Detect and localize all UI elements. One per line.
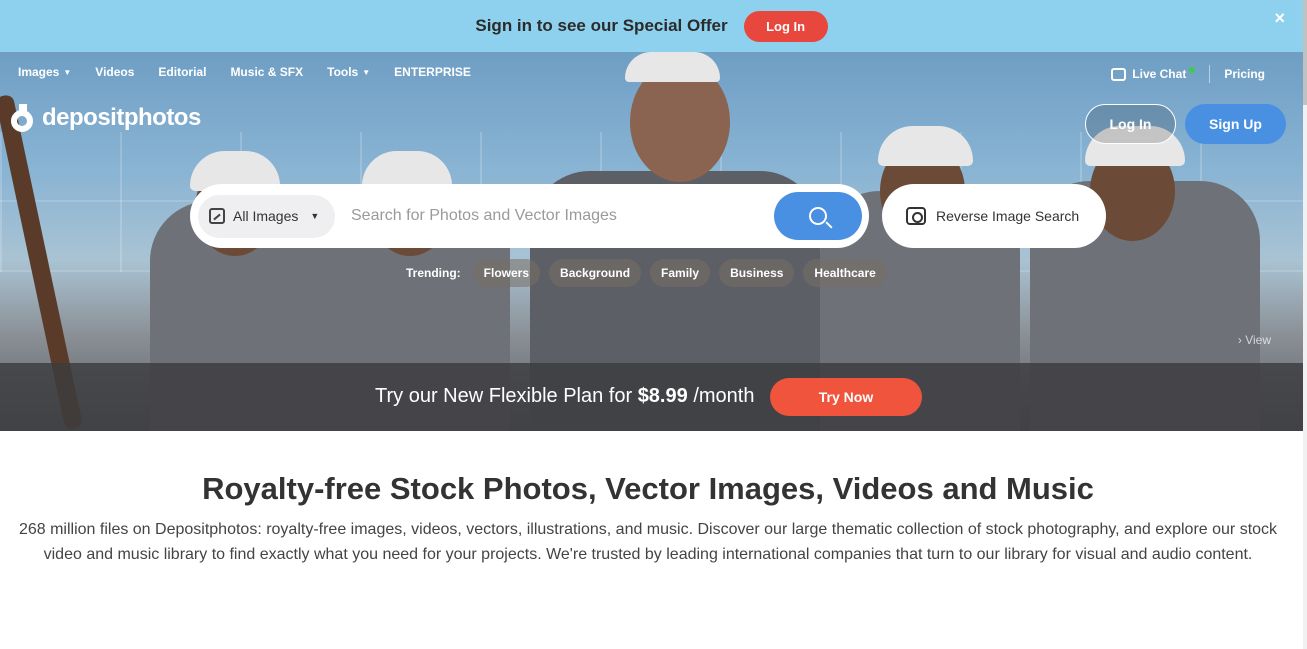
caret-down-icon: ▼ — [362, 67, 371, 77]
image-type-icon — [209, 208, 225, 224]
main-nav: Images ▼ Videos Editorial Music & SFX To… — [18, 65, 495, 79]
nav-item-label: Editorial — [158, 65, 207, 79]
nav-item-label: Images — [18, 65, 60, 79]
nav-item-enterprise[interactable]: ENTERPRISE — [394, 65, 471, 79]
content-type-label: All Images — [233, 208, 299, 224]
logo-icon — [11, 104, 37, 132]
chat-icon — [1111, 67, 1127, 81]
trending-chip-flowers[interactable]: Flowers — [472, 259, 541, 287]
nav-item-editorial[interactable]: Editorial — [158, 65, 206, 79]
caret-down-icon: ▼ — [310, 211, 320, 221]
trending-tags: Trending: Flowers Background Family Busi… — [406, 259, 896, 287]
page-headline: Royalty-free Stock Photos, Vector Images… — [202, 471, 1094, 506]
view-image-link[interactable]: › View — [1238, 333, 1271, 347]
hero: Images ▼ Videos Editorial Music & SFX To… — [0, 52, 1303, 431]
content-type-dropdown[interactable]: All Images ▼ — [198, 194, 335, 238]
search-icon — [809, 207, 827, 225]
caret-down-icon: ▼ — [63, 67, 72, 77]
search-button[interactable] — [774, 192, 862, 240]
promo-text: Sign in to see our Special Offer — [475, 16, 728, 35]
trending-chip-healthcare[interactable]: Healthcare — [803, 259, 887, 287]
trending-label: Trending: — [406, 266, 461, 280]
nav-item-images[interactable]: Images ▼ — [18, 65, 71, 79]
nav-item-label: Music & SFX — [230, 65, 304, 79]
login-button[interactable]: Log In — [1085, 104, 1176, 144]
trending-chip-background[interactable]: Background — [549, 259, 642, 287]
nav-divider — [1209, 65, 1211, 83]
flexible-plan-banner: Try our New Flexible Plan for $8.99 /mon… — [0, 363, 1303, 431]
pricing-link[interactable]: Pricing — [1224, 67, 1265, 81]
close-icon[interactable]: × — [1274, 8, 1285, 29]
try-now-button[interactable]: Try Now — [770, 378, 922, 416]
reverse-image-search-button[interactable]: Reverse Image Search — [882, 184, 1106, 248]
live-chat-link[interactable]: Live Chat — [1111, 67, 1196, 81]
nav-right: Live Chat Pricing — [1111, 65, 1265, 83]
online-status-dot — [1189, 67, 1196, 73]
nav-item-label: Videos — [95, 65, 135, 79]
plan-price: $8.99 — [637, 385, 688, 407]
logo-text: depositphotos — [42, 104, 201, 131]
plan-text: Try our New Flexible Plan for $8.99 /mon… — [375, 385, 754, 408]
nav-item-label: ENTERPRISE — [394, 65, 471, 79]
search-input[interactable] — [351, 207, 771, 225]
promo-login-button[interactable]: Log In — [743, 10, 828, 42]
reverse-image-search-label: Reverse Image Search — [936, 208, 1080, 224]
signup-button[interactable]: Sign Up — [1185, 104, 1286, 144]
nav-item-videos[interactable]: Videos — [95, 65, 134, 79]
plan-text-before: Try our New Flexible Plan for — [375, 385, 633, 407]
search-bar: All Images ▼ — [190, 184, 869, 248]
live-chat-label: Live Chat — [1132, 67, 1187, 81]
view-label: View — [1245, 333, 1271, 347]
page-scrollbar[interactable] — [1303, 0, 1307, 649]
nav-item-music-sfx[interactable]: Music & SFX — [230, 65, 303, 79]
nav-item-label: Tools — [327, 65, 359, 79]
plan-text-after: /month — [693, 385, 755, 407]
scrollbar-thumb[interactable] — [1303, 0, 1307, 105]
trending-chip-business[interactable]: Business — [719, 259, 795, 287]
nav-item-tools[interactable]: Tools ▼ — [327, 65, 370, 79]
page-description: 268 million files on Depositphotos: roya… — [18, 521, 1278, 563]
trending-chip-family[interactable]: Family — [650, 259, 711, 287]
promo-banner: Sign in to see our Special Offer Log In … — [0, 0, 1303, 52]
site-logo[interactable]: depositphotos — [11, 104, 201, 132]
reverse-image-search-icon — [906, 207, 926, 225]
chevron-right-icon: › — [1237, 333, 1242, 347]
